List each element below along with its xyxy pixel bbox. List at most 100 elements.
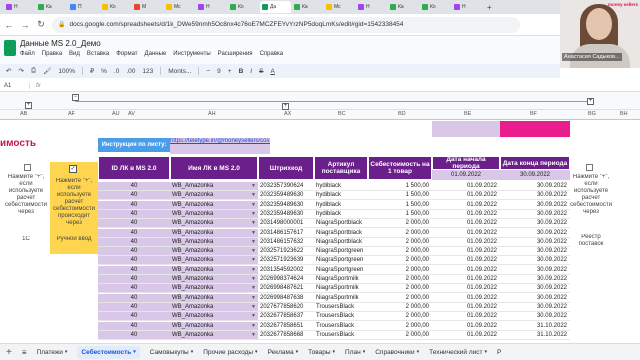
cell-id[interactable]: 40 (98, 330, 170, 340)
cell-name[interactable]: WB_Amazonka ▼ (170, 330, 258, 340)
cell-cost[interactable]: 2 000,00 (368, 247, 432, 257)
group-collapse-button[interactable]: − (72, 94, 79, 101)
cell-end[interactable]: 31.10.2022 (500, 321, 570, 331)
sheet-tab-menu-icon[interactable]: ▾ (255, 349, 258, 355)
cell-name[interactable]: WB_Amazonka ▼ (170, 228, 258, 238)
sheet-tab[interactable]: Прочие расходы ▾ (203, 349, 257, 356)
cell-start[interactable]: 01.09.2022 (432, 209, 500, 219)
cell-name[interactable]: WB_Amazonka ▼ (170, 312, 258, 322)
column-header[interactable]: BE (464, 111, 471, 117)
cell-end[interactable]: 30.09.2022 (500, 191, 570, 201)
header-name[interactable]: Имя ЛК в MS 2.0 (170, 156, 258, 180)
header-id[interactable]: ID ЛК в MS 2.0 (98, 156, 170, 180)
browser-tab[interactable]: Mc (324, 1, 355, 13)
dropdown-arrow-icon[interactable]: ▼ (251, 229, 256, 237)
cell-name[interactable]: WB_Amazonka ▼ (170, 256, 258, 266)
cell-name[interactable]: WB_Amazonka ▼ (170, 247, 258, 257)
column-header[interactable]: BC (338, 111, 346, 117)
cell-barcode[interactable]: 2032359489630 (258, 191, 314, 201)
menu-item[interactable]: Правка (42, 51, 62, 57)
cell-cost[interactable]: 2 000,00 (368, 321, 432, 331)
cell-start[interactable]: 01.09.2022 (432, 265, 500, 275)
cell-barcode[interactable]: 2032571923622 (258, 247, 314, 257)
sheet-tab-menu-icon[interactable]: ▾ (333, 349, 336, 355)
name-box[interactable]: A1 (0, 82, 30, 89)
cell-article[interactable]: NiagraSportmilk (314, 293, 368, 303)
italic-button[interactable]: I (250, 68, 252, 75)
cell-cost[interactable]: 2 000,00 (368, 284, 432, 294)
cell-start[interactable]: 01.09.2022 (432, 237, 500, 247)
cell-end[interactable]: 30.09.2022 (500, 219, 570, 229)
cell-id[interactable]: 40 (98, 284, 170, 294)
browser-tab[interactable]: Ко (420, 1, 451, 13)
cell-start[interactable]: 01.09.2022 (432, 330, 500, 340)
font-select[interactable]: Monts... (168, 68, 191, 75)
doc-title[interactable]: Данные MS 2.0_Демо (20, 39, 101, 48)
reload-icon[interactable]: ↻ (36, 19, 46, 30)
cell-cost[interactable]: 2 000,00 (368, 302, 432, 312)
browser-tab[interactable]: П (68, 1, 99, 13)
cell-start[interactable]: 01.09.2022 (432, 182, 500, 191)
sheet-tab[interactable]: Технический лист ▾ (429, 349, 487, 356)
sheet-tab[interactable]: Реклама ▾ (268, 349, 299, 356)
cell-start[interactable]: 01.09.2022 (432, 200, 500, 210)
sheet-tab-menu-icon[interactable]: ▾ (133, 349, 136, 355)
cell-start[interactable]: 01.09.2022 (432, 302, 500, 312)
cell-cost[interactable]: 2 000,00 (368, 293, 432, 303)
cell-cost[interactable]: 2 000,00 (368, 312, 432, 322)
cell-article[interactable]: TrousersBlack (314, 330, 368, 340)
cell-name[interactable]: WB_Amazonka ▼ (170, 293, 258, 303)
strikethrough-button[interactable]: S (259, 68, 263, 75)
cell-start[interactable]: 01.09.2022 (432, 219, 500, 229)
increase-decimals-button[interactable]: .00 (126, 68, 135, 75)
menu-item[interactable]: Инструменты (173, 51, 210, 57)
browser-tab[interactable]: Ко (100, 1, 131, 13)
dropdown-arrow-icon[interactable]: ▼ (251, 247, 256, 255)
cell-barcode[interactable]: 2031486157617 (258, 228, 314, 238)
cell-cost[interactable]: 2 000,00 (368, 265, 432, 275)
cell-id[interactable]: 40 (98, 228, 170, 238)
menu-item[interactable]: Справка (260, 51, 284, 57)
cell-end[interactable]: 30.09.2022 (500, 182, 570, 191)
cell-start[interactable]: 01.09.2022 (432, 293, 500, 303)
cell-barcode[interactable]: 2032677858637 (258, 312, 314, 322)
cell-id[interactable]: 40 (98, 219, 170, 229)
cell-end[interactable]: 30.09.2022 (500, 247, 570, 257)
dropdown-arrow-icon[interactable]: ▼ (251, 294, 256, 302)
cell-barcode[interactable]: 2032359489630 (258, 209, 314, 219)
group-collapse-button[interactable]: + (282, 103, 289, 110)
cell-id[interactable]: 40 (98, 247, 170, 257)
column-header[interactable]: AV (128, 111, 135, 117)
cell-article[interactable]: NiagraSportgreen (314, 256, 368, 266)
cell-article[interactable]: NiagraSportblack (314, 228, 368, 238)
cell-barcode[interactable]: 2032677858651 (258, 321, 314, 331)
cell-article[interactable]: TrousersBlack (314, 302, 368, 312)
dropdown-arrow-icon[interactable]: ▼ (251, 210, 256, 218)
cell-end[interactable]: 30.09.2022 (500, 302, 570, 312)
cell-name[interactable]: WB_Amazonka ▼ (170, 265, 258, 275)
cell-barcode[interactable]: 2026998374624 (258, 275, 314, 284)
sheet-tab-menu-icon[interactable]: ▾ (417, 349, 420, 355)
cell-start[interactable]: 01.09.2022 (432, 191, 500, 201)
browser-tab[interactable]: Ко (228, 1, 259, 13)
bold-button[interactable]: B (239, 68, 244, 75)
paint-format-icon[interactable]: 🖌 (43, 67, 51, 75)
sheet-tab[interactable]: Платежи ▾ (37, 349, 68, 356)
group-collapse-button[interactable]: + (587, 98, 594, 105)
browser-tab[interactable]: Ка (36, 1, 67, 13)
cell-end[interactable]: 30.09.2022 (500, 237, 570, 247)
cell-article[interactable]: NiagraSportblack (314, 219, 368, 229)
cell-barcode[interactable]: 2032677858668 (258, 330, 314, 340)
sheet-tab[interactable]: Себестоимость ▾ (77, 345, 140, 359)
accent-cell-lilac[interactable] (432, 121, 500, 137)
cell-article[interactable]: NiagraSportmilk (314, 275, 368, 284)
column-header[interactable]: AU (112, 111, 120, 117)
dropdown-arrow-icon[interactable]: ▼ (251, 331, 256, 339)
url-field[interactable]: 🔒 docs.google.com/spreadsheets/d/1k_DWe5… (52, 16, 520, 33)
dropdown-arrow-icon[interactable]: ▼ (251, 191, 256, 199)
cell-start[interactable]: 01.09.2022 (432, 275, 500, 284)
cell-article[interactable]: hydiblack (314, 191, 368, 201)
cell-start[interactable]: 01.09.2022 (432, 247, 500, 257)
sheet-tab[interactable]: Р (497, 349, 501, 356)
cell-id[interactable]: 40 (98, 312, 170, 322)
